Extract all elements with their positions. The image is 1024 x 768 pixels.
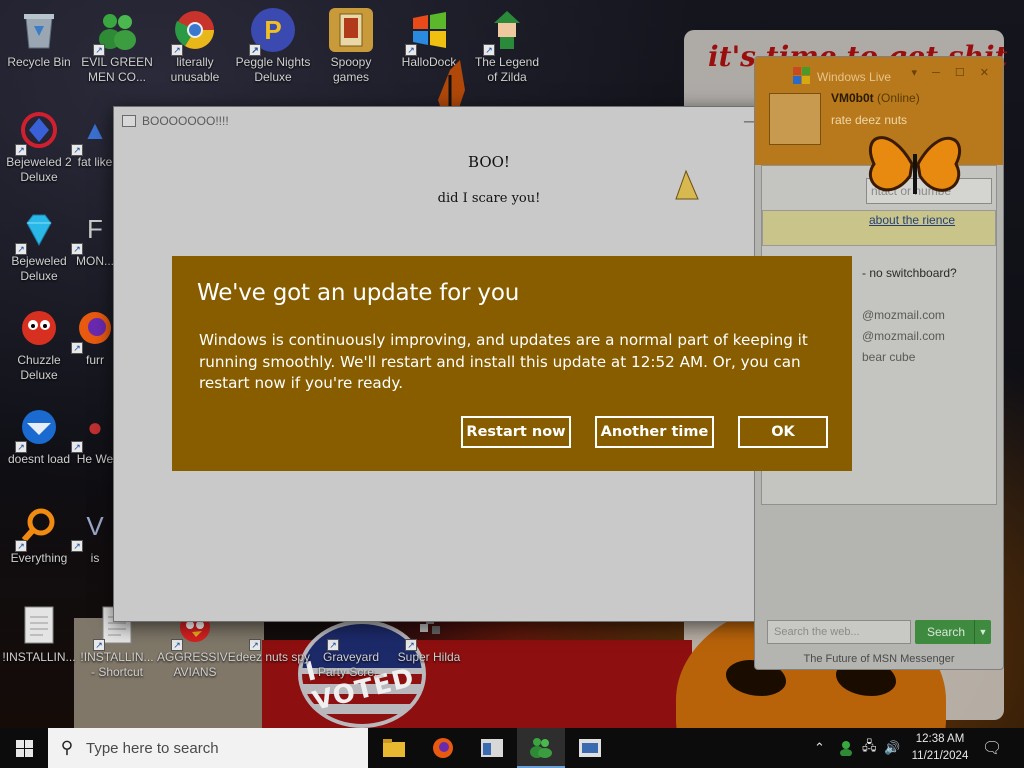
bejeweled-2-icon: ↗ [15,108,61,156]
boo-heading: BOO! [468,153,510,171]
app-icon: ▲ ↗ [71,108,117,156]
messenger-people-icon [530,738,552,758]
desktop-icon-peggle[interactable]: P ↗ Peggle Nights Deluxe [235,8,311,85]
update-dialog: We've got an update for you Windows is c… [172,256,852,471]
tray-messenger-icon[interactable] [838,728,854,768]
chrome-icon: ↗ [171,8,217,56]
taskbar-search-box[interactable]: ⚲ Type here to search [48,728,368,768]
folder-icon [329,8,373,52]
app-icon: V ↗ [71,504,117,552]
windows-logo-icon [15,739,33,757]
clock-date: 11/21/2024 [911,750,969,762]
messenger-footer: The Future of MSN Messenger [803,653,955,665]
thunderbird-icon: ↗ [15,405,61,453]
peggle-icon: P ↗ [249,8,295,56]
taskbar: ⚲ Type here to search ⌃ 🖧 🔊 12:38 AM 11/… [0,728,1024,768]
desktop-icon-bejeweled[interactable]: ↗ Bejeweled Deluxe [1,207,77,284]
zilda-character-icon: ↗ [483,8,529,56]
taskbar-clock[interactable]: 12:38 AM 11/21/2024 [906,731,974,765]
messenger-people-icon: ↗ [93,8,139,56]
document-icon [17,603,61,647]
desktop-icon-recycle-bin[interactable]: Recycle Bin [1,8,77,70]
desktop-icon-doesnt-load[interactable]: ↗ doesnt load [1,405,77,467]
display-picture[interactable] [769,93,821,145]
firefox-icon: ↗ [71,306,117,354]
update-dialog-title: We've got an update for you [197,280,520,306]
chuzzle-icon [17,306,61,350]
messenger-title: Windows Live [817,70,892,84]
ok-button[interactable]: OK [738,416,828,448]
butterfly-icon [868,136,962,194]
taskbar-search-placeholder: Type here to search [86,739,219,757]
recycle-bin-icon [17,8,61,52]
contact-item[interactable]: @mozmail.com [862,308,945,322]
firefox-icon [433,738,453,758]
another-time-button[interactable]: Another time [595,416,714,448]
search-icon: ⚲ [60,738,74,757]
web-search-input[interactable]: Search the web... [767,620,911,644]
contact-item[interactable]: bear cube [862,350,915,364]
update-dialog-body: Windows is continuously improving, and u… [199,331,808,392]
windows-live-logo-icon [793,67,811,85]
desktop-icon-bejeweled-2[interactable]: ↗ Bejeweled 2 Deluxe [1,108,77,185]
folder-icon [383,739,405,757]
web-search-button[interactable]: Search ▼ [915,620,991,644]
clock-time: 12:38 AM [915,733,965,745]
everything-search-icon: ↗ [15,504,61,552]
show-hidden-icons-button[interactable]: ⌃ [814,728,825,768]
network-icon[interactable]: 🖧 [862,728,877,768]
app-icon: ● ↗ [71,405,117,453]
taskbar-firefox[interactable] [419,728,467,768]
windows-flag-icon: ↗ [405,8,451,56]
start-button[interactable] [0,728,48,768]
notification-icon[interactable]: 🗨 [982,728,1002,768]
desktop-icon-installing[interactable]: !INSTALLIN... [1,603,77,665]
desktop-icon-evil-green-men[interactable]: ↗ EVIL GREEN MEN CO... [79,8,155,85]
window-app-icon [122,115,136,127]
volume-icon[interactable]: 🔊 [884,728,900,768]
taskbar-messenger[interactable] [517,728,565,768]
gem-icon: ↗ [15,207,61,255]
desktop-icon-legend-of-zilda[interactable]: ↗ The Legend of Zilda [469,8,545,85]
window-app-icon [579,739,601,757]
desktop-icon-spoopy-games[interactable]: Spoopy games [313,8,389,85]
boo-window-title: BOOOOOOO!!!! [142,114,229,128]
desktop-icon-chrome[interactable]: ↗ literally unusable [157,8,233,85]
app-icon: F ↗ [71,207,117,255]
desktop-icon-chuzzle[interactable]: Chuzzle Deluxe [1,306,77,383]
pizza-cursor-icon [675,169,699,200]
messenger-window-controls[interactable]: ▾ ─ ☐ ✕ [911,66,995,79]
boo-window-titlebar[interactable]: BOOOOOOO!!!! ─ ☐ ✕ [114,107,864,135]
contact-item[interactable]: @mozmail.com [862,329,945,343]
restart-now-button[interactable]: Restart now [461,416,571,448]
taskbar-app-window[interactable] [468,728,516,768]
chevron-down-icon[interactable]: ▼ [974,620,991,644]
taskbar-file-explorer[interactable] [370,728,418,768]
messenger-user[interactable]: VM0b0t (Online) [831,91,920,105]
window-app-icon [481,739,503,757]
desktop-icon-everything[interactable]: ↗ Everything [1,504,77,566]
boo-text: did I scare you! [437,191,541,206]
contact-item[interactable]: - no switchboard? [862,266,957,280]
taskbar-boo-window[interactable] [566,728,614,768]
